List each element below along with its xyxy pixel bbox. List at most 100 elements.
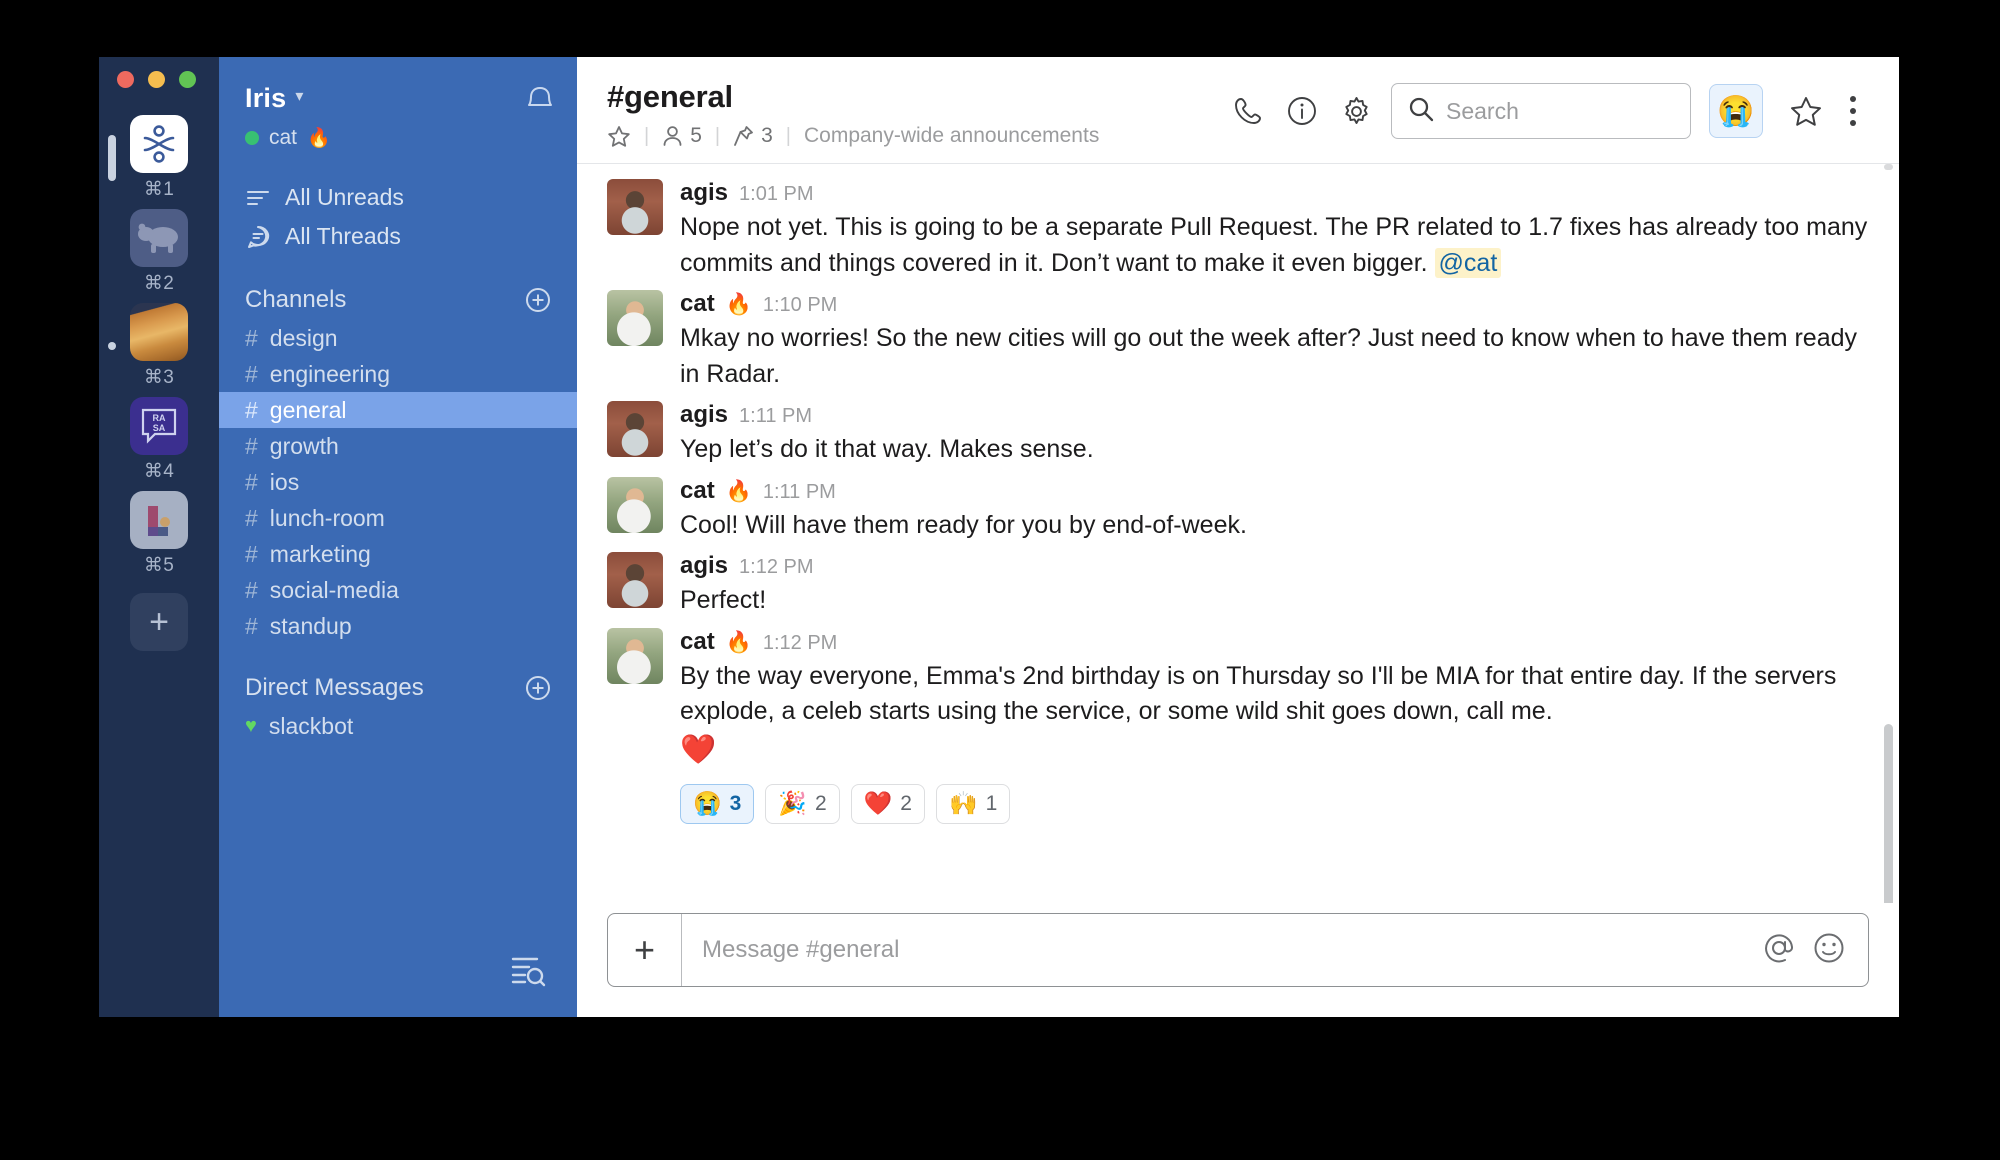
- info-icon[interactable]: [1275, 84, 1329, 138]
- hash-icon: #: [245, 540, 258, 567]
- star-icon[interactable]: [1779, 84, 1833, 138]
- channel-description[interactable]: Company-wide announcements and …: [804, 124, 1104, 148]
- notifications-bell-icon[interactable]: [525, 83, 555, 117]
- workspace-shortcut: ⌘4: [143, 461, 175, 482]
- message-timestamp[interactable]: 1:10 PM: [763, 294, 837, 317]
- svg-text:RA: RA: [153, 413, 166, 423]
- emoji-status-button[interactable]: 😭: [1709, 84, 1763, 138]
- message-author[interactable]: cat: [680, 477, 715, 505]
- minimize-button[interactable]: [148, 71, 165, 88]
- reaction-emoji: 😭: [693, 790, 722, 817]
- channel-header-left: #general | 5 | 3 | Company-wide announce…: [607, 77, 1221, 148]
- message-input[interactable]: Message #general: [682, 936, 1762, 964]
- close-button[interactable]: [117, 71, 134, 88]
- hash-icon: #: [245, 576, 258, 603]
- add-dm-button[interactable]: [525, 675, 551, 701]
- sidebar-item-all-unreads[interactable]: All Unreads: [219, 178, 577, 217]
- sidebar-channel-social-media[interactable]: # social-media: [219, 572, 577, 608]
- unreads-icon: [245, 185, 271, 211]
- message-author[interactable]: cat: [680, 290, 715, 318]
- sidebar-channel-design[interactable]: # design: [219, 320, 577, 356]
- message-timestamp[interactable]: 1:01 PM: [739, 183, 813, 206]
- sidebar-channel-engineering[interactable]: # engineering: [219, 356, 577, 392]
- star-channel-button[interactable]: [607, 125, 631, 148]
- sidebar-channel-lunch-room[interactable]: # lunch-room: [219, 500, 577, 536]
- threads-icon: [245, 224, 271, 250]
- zoom-button[interactable]: [179, 71, 196, 88]
- workspace-shortcut: ⌘1: [143, 179, 175, 200]
- message-timestamp[interactable]: 1:11 PM: [763, 481, 836, 504]
- workspace-item-chart[interactable]: ⌘5: [130, 491, 188, 577]
- sidebar-item-all-threads[interactable]: All Threads: [219, 217, 577, 256]
- rasa-logo-icon: RA SA: [130, 397, 188, 455]
- search-input[interactable]: Search: [1391, 83, 1691, 139]
- message-author[interactable]: agis: [680, 179, 728, 207]
- workspace-unread-indicator: [108, 342, 116, 350]
- sidebar-dm-slackbot[interactable]: ♥ slackbot: [219, 708, 577, 744]
- message-text: By the way everyone, Emma's 2nd birthday…: [680, 661, 1837, 766]
- team-name: Iris: [245, 83, 287, 113]
- workspace-shortcut: ⌘2: [143, 273, 175, 294]
- avatar[interactable]: [607, 179, 663, 235]
- reaction-count: 1: [985, 791, 998, 815]
- avatar[interactable]: [607, 290, 663, 346]
- message-timestamp[interactable]: 1:12 PM: [763, 632, 837, 655]
- sidebar-channel-growth[interactable]: # growth: [219, 428, 577, 464]
- browse-channels-icon[interactable]: [507, 949, 547, 989]
- reaction-count: 2: [814, 791, 827, 815]
- message-author[interactable]: agis: [680, 552, 728, 580]
- reaction-pill[interactable]: ❤️ 2: [850, 783, 925, 824]
- avatar[interactable]: [607, 401, 663, 457]
- kebab-menu-icon[interactable]: [1833, 96, 1873, 126]
- message-timestamp[interactable]: 1:12 PM: [739, 556, 813, 579]
- sidebar-channel-general[interactable]: # general: [219, 392, 577, 428]
- user-presence[interactable]: cat 🔥: [219, 117, 577, 150]
- rock-photo-icon: [130, 303, 188, 361]
- phone-icon[interactable]: [1221, 84, 1275, 138]
- hash-icon: #: [245, 504, 258, 531]
- message-emoji: ❤️: [680, 733, 717, 766]
- channels-header-label: Channels: [245, 286, 347, 313]
- add-workspace-button[interactable]: +: [130, 593, 188, 651]
- presence-username: cat: [269, 126, 298, 149]
- avatar[interactable]: [607, 552, 663, 608]
- gear-icon[interactable]: [1329, 84, 1383, 138]
- message-composer[interactable]: + Message #general: [607, 913, 1869, 987]
- message-body: cat 🔥 1:10 PM Mkay no worries! So the new c…: [680, 290, 1873, 392]
- at-icon[interactable]: [1762, 931, 1796, 970]
- add-channel-button[interactable]: [525, 287, 551, 313]
- pin-count[interactable]: 3: [733, 124, 773, 148]
- workspace-item-rasa[interactable]: RA SA ⌘4: [130, 397, 188, 483]
- add-attachment-button[interactable]: +: [608, 914, 682, 986]
- composer-actions: [1762, 931, 1868, 970]
- sidebar-nav: All Unreads All Threads: [219, 178, 577, 256]
- sidebar-channel-ios[interactable]: # ios: [219, 464, 577, 500]
- reaction-pill[interactable]: 😭 3: [680, 783, 755, 824]
- member-count[interactable]: 5: [662, 124, 702, 148]
- author-status-emoji: 🔥: [725, 479, 752, 503]
- team-header[interactable]: Iris ▾: [219, 83, 577, 117]
- sidebar-channel-marketing[interactable]: # marketing: [219, 536, 577, 572]
- dm-header-label: Direct Messages: [245, 674, 424, 701]
- avatar[interactable]: [607, 627, 663, 684]
- user-mention[interactable]: @cat: [1434, 247, 1502, 278]
- channel-name: general: [269, 396, 347, 423]
- message-timestamp[interactable]: 1:11 PM: [739, 405, 812, 428]
- meta-divider: |: [714, 124, 721, 147]
- reaction-pill[interactable]: 🎉 2: [765, 783, 840, 824]
- meta-divider: |: [644, 124, 650, 147]
- workspace-item-rock[interactable]: ⌘3: [108, 303, 188, 389]
- message-author[interactable]: cat: [680, 628, 715, 656]
- message-scrollbar[interactable]: [1884, 724, 1893, 903]
- reaction-bar: 😭 3 🎉 2 ❤️ 2 🙌 1: [680, 783, 1873, 824]
- message-list-scroll[interactable]: agis 1:01 PM Nope not yet. This is going t…: [577, 164, 1899, 903]
- avatar[interactable]: [607, 476, 663, 533]
- emoji-icon[interactable]: [1812, 931, 1846, 970]
- reaction-pill[interactable]: 🙌 1: [935, 783, 1011, 824]
- message-body: agis 1:11 PM Yep let’s do it that way. Mak…: [680, 401, 1873, 468]
- workspace-item-iris[interactable]: ⌘1: [108, 115, 188, 201]
- member-count-value: 5: [690, 124, 702, 147]
- message-author[interactable]: agis: [680, 401, 728, 429]
- sidebar-channel-standup[interactable]: # standup: [219, 608, 577, 644]
- workspace-item-bear[interactable]: ⌘2: [130, 209, 188, 295]
